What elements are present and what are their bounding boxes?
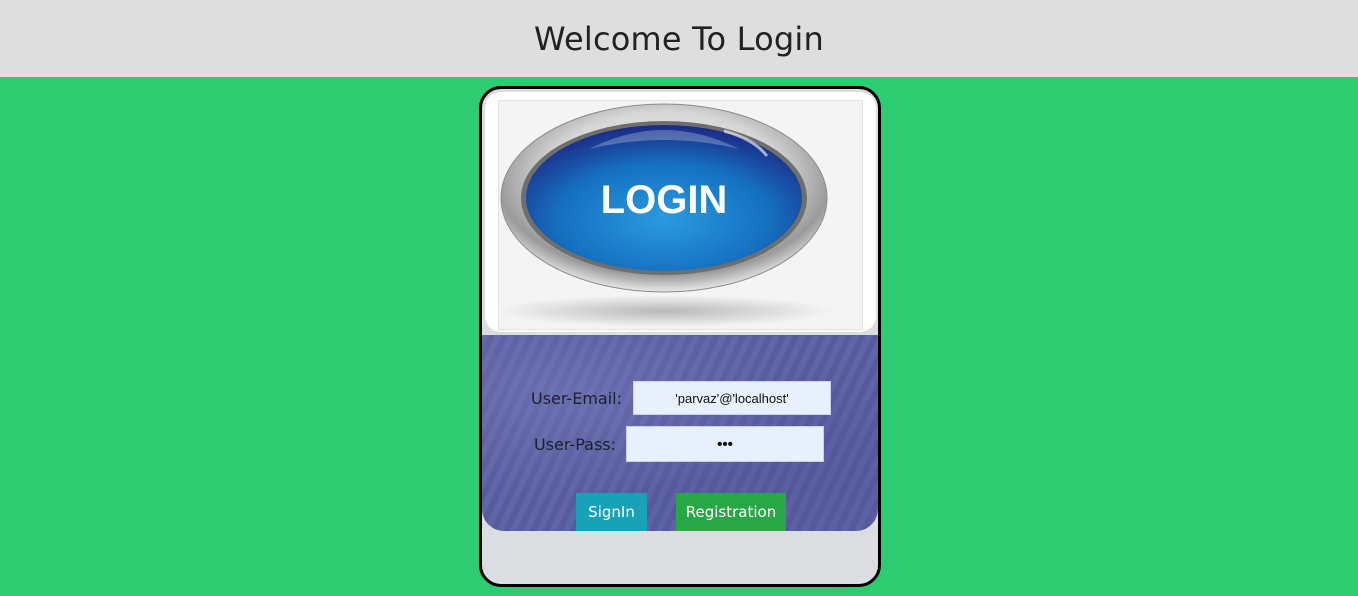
login-logo-image: LOGIN <box>498 100 863 330</box>
logo-panel: LOGIN <box>485 92 876 332</box>
registration-button[interactable]: Registration <box>676 493 786 531</box>
page-header: Welcome To Login <box>0 0 1358 77</box>
svg-text:LOGIN: LOGIN <box>601 178 728 222</box>
email-row: User-Email: <box>531 381 831 415</box>
email-label: User-Email: <box>531 388 622 408</box>
signin-button[interactable]: SignIn <box>576 493 647 531</box>
password-label: User-Pass: <box>534 434 617 454</box>
login-form: User-Email: User-Pass: SignIn Registrati… <box>482 335 878 531</box>
email-field[interactable] <box>633 381 831 415</box>
login-card: LOGIN User-Email: User-Pass: SignIn Regi… <box>479 86 881 587</box>
page-title: Welcome To Login <box>534 19 824 58</box>
password-field[interactable] <box>626 426 825 462</box>
login-logo-icon: LOGIN <box>499 103 834 327</box>
password-row: User-Pass: <box>534 426 825 462</box>
